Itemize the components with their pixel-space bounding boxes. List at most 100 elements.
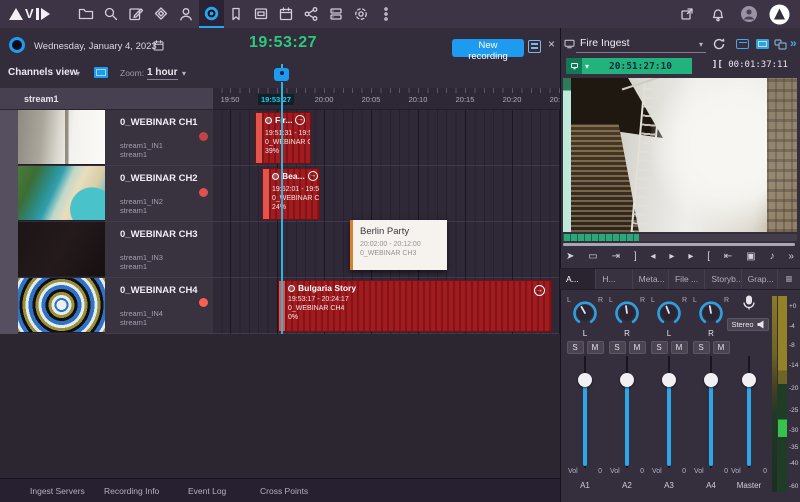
ingest-record-icon[interactable] (198, 0, 224, 28)
step-forward-button[interactable]: ▸ (688, 249, 693, 265)
pan-knob[interactable] (655, 299, 683, 327)
tab-metadata[interactable]: Meta... (633, 269, 669, 289)
mark-in-button[interactable]: [ (707, 249, 710, 265)
mute-button[interactable]: M (586, 341, 604, 354)
mute-button[interactable]: M (670, 341, 688, 354)
channel-row-ch1[interactable]: 0_WEBINAR CH1 stream1_IN1 stream1 (105, 110, 213, 166)
settings-icon[interactable] (349, 0, 374, 28)
statusbar-ingest-servers[interactable]: Ingest Servers (30, 486, 85, 496)
goto-out-button[interactable]: ⇥ (612, 249, 620, 265)
recording-clip-ch4[interactable]: Bulgaria Story 19:53:17 - 20:24:17 0_WEB… (278, 280, 552, 332)
pan-knob[interactable] (697, 299, 725, 327)
goto-in-button[interactable]: ⇤ (724, 249, 732, 265)
tab-audio[interactable]: A... (560, 269, 597, 289)
playhead-line[interactable] (281, 88, 283, 334)
fader-handle[interactable] (742, 373, 756, 387)
channel-thumbnail-ch2[interactable] (18, 166, 105, 221)
mark-out-button[interactable]: ] (634, 249, 637, 265)
master-fader[interactable] (741, 356, 757, 468)
video-viewport[interactable] (563, 78, 797, 232)
servers-icon[interactable] (324, 0, 349, 28)
player-scrollbar[interactable] (563, 243, 795, 246)
calendar-icon[interactable] (274, 0, 299, 28)
monitor-active-icon[interactable] (756, 39, 769, 49)
new-recording-button[interactable]: New recording (452, 39, 524, 62)
channel-row-ch4[interactable]: 0_WEBINAR CH4 stream1_IN4 stream1 (105, 278, 213, 334)
zoom-label: Zoom: (120, 68, 145, 78)
layout-dropdown-icon[interactable] (736, 39, 749, 49)
dual-view-icon[interactable] (774, 39, 787, 50)
refresh-icon[interactable] (712, 37, 726, 51)
volume-fader[interactable] (619, 356, 635, 468)
close-icon[interactable]: × (548, 37, 555, 51)
account-avatar[interactable] (736, 0, 761, 28)
solo-button[interactable]: S (608, 341, 626, 354)
channel-thumbnail-ch3[interactable] (18, 222, 105, 277)
mute-button[interactable]: M (628, 341, 646, 354)
more-transport-button[interactable]: » (788, 249, 794, 265)
zoom-value-dropdown[interactable]: 1 hour (147, 67, 178, 80)
stream-group-header[interactable]: stream1 (0, 88, 213, 110)
statusbar-recording-info[interactable]: Recording Info (104, 486, 159, 496)
player-scrub-bar[interactable] (563, 234, 797, 241)
tab-history[interactable]: H... (596, 269, 633, 289)
volume-fader[interactable] (661, 356, 677, 468)
statusbar-cross-points[interactable]: Cross Points (260, 486, 308, 496)
pan-knob[interactable] (613, 299, 641, 327)
player-source-input[interactable]: Fire Ingest (580, 37, 630, 49)
recording-clip-ch2[interactable]: Bea...→ 19:52:01 - 19:57 0_WEBINAR CH2 2… (262, 168, 320, 220)
microphone-icon[interactable] (742, 294, 756, 311)
channel-thumbnail-ch4[interactable] (18, 278, 105, 333)
monitor-toggle-icon[interactable] (94, 67, 108, 78)
step-back-button[interactable]: ◂ (651, 249, 656, 265)
player-source-caret-icon[interactable]: ▾ (699, 40, 703, 49)
fader-handle[interactable] (704, 373, 718, 387)
folder-icon[interactable] (74, 0, 99, 28)
date-label[interactable]: Wednesday, January 4, 2023 (34, 41, 157, 52)
share-icon[interactable] (299, 0, 324, 28)
clip-open-arrow-icon[interactable]: → (534, 285, 545, 296)
pan-knob[interactable] (571, 299, 599, 327)
edit-icon[interactable] (124, 0, 149, 28)
fader-handle[interactable] (620, 373, 634, 387)
stereo-toggle-button[interactable]: Stereo (727, 318, 769, 331)
solo-button[interactable]: S (692, 341, 710, 354)
locate-button[interactable]: ➤ (566, 249, 574, 265)
solo-button[interactable]: S (566, 341, 584, 354)
match-frame-button[interactable]: ▣ (746, 249, 755, 265)
solo-button[interactable]: S (650, 341, 668, 354)
channels-view-dropdown[interactable]: Channels view (8, 67, 77, 78)
more-menu-icon[interactable] (374, 0, 399, 28)
volume-fader[interactable] (703, 356, 719, 468)
monitor-button[interactable]: ▭ (588, 249, 597, 265)
bookmark-icon[interactable] (224, 0, 249, 28)
channel-thumbnail-ch1[interactable] (18, 110, 105, 165)
versions-icon[interactable] (149, 0, 174, 28)
user-icon[interactable] (174, 0, 199, 28)
fader-handle[interactable] (662, 373, 676, 387)
recording-clip-ch1[interactable]: Fir... → 19:51:31 - 19:5 0_WEBINAR C 39% (255, 112, 311, 164)
vol-value: 0 (640, 468, 644, 475)
statusbar-event-log[interactable]: Event Log (188, 486, 226, 496)
playhead-lock-icon[interactable] (274, 68, 289, 81)
notifications-bell-icon[interactable] (705, 0, 730, 28)
tab-storyboard[interactable]: Storyb... (705, 269, 742, 289)
date-calendar-icon[interactable] (152, 39, 165, 52)
channel-row-ch2[interactable]: 0_WEBINAR CH2 stream1_IN2 stream1 (105, 166, 213, 222)
external-link-icon[interactable] (674, 0, 699, 28)
channel-row-ch3[interactable]: 0_WEBINAR CH3 stream1_IN3 stream1 (105, 222, 213, 278)
tab-menu-icon[interactable]: ≡ (778, 269, 800, 289)
volume-fader[interactable] (577, 356, 593, 468)
fader-handle[interactable] (578, 373, 592, 387)
search-icon[interactable] (99, 0, 124, 28)
tab-file[interactable]: File ... (669, 269, 706, 289)
timeline-ruler[interactable]: 19:50 19:55 20:00 20:05 20:10 20:15 20:2… (213, 88, 560, 110)
play-button[interactable]: ▸ (669, 249, 674, 265)
vol-label: Vol (568, 468, 578, 475)
audio-button[interactable]: ♪ (769, 249, 774, 265)
tab-graphics[interactable]: Grap... (742, 269, 778, 289)
panel-toggle-icon[interactable] (528, 40, 541, 53)
avid-badge-icon[interactable] (767, 0, 792, 28)
expand-panel-icon[interactable]: » (790, 36, 797, 50)
panel-icon[interactable] (249, 0, 274, 28)
